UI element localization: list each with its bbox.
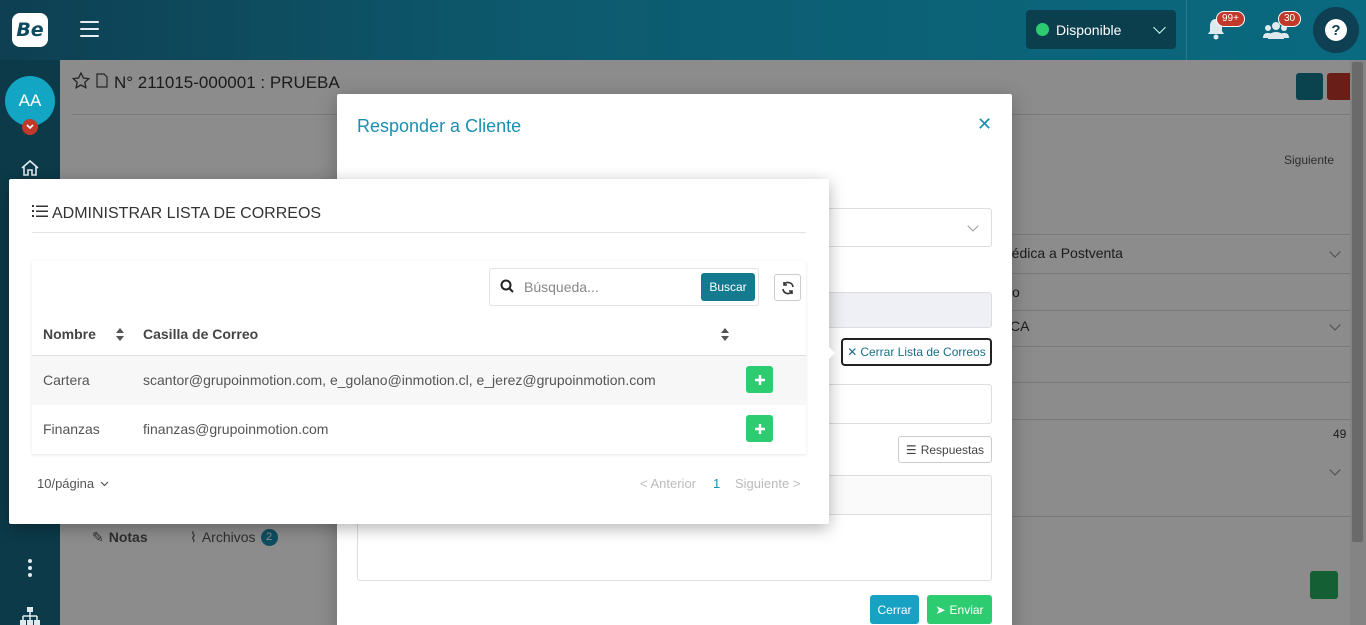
column-header-casilla[interactable]: Casilla de Correo <box>143 326 258 342</box>
logo-container[interactable]: Be <box>0 0 60 60</box>
help-button[interactable]: ? <box>1313 7 1359 53</box>
divider <box>1186 0 1187 60</box>
close-email-list-button[interactable]: ✕ Cerrar Lista de Correos <box>841 338 992 366</box>
row-email: finanzas@grupoinmotion.com <box>143 421 329 437</box>
popover-title-text: ADMINISTRAR LISTA DE CORREOS <box>52 204 322 222</box>
row-name: Finanzas <box>43 421 100 437</box>
send-button[interactable]: ➤ Enviar <box>927 595 992 624</box>
sort-icon[interactable] <box>721 328 729 341</box>
modal-title: Responder a Cliente <box>357 116 522 136</box>
availability-label: Disponible <box>1056 21 1122 38</box>
chevron-down-icon <box>100 481 109 486</box>
list-icon <box>32 204 48 223</box>
sitemap-icon[interactable] <box>20 606 40 625</box>
send-label: Enviar <box>949 602 984 617</box>
app-logo: Be <box>12 13 48 47</box>
table-row: Finanzas finanzas@grupoinmotion.com <box>32 405 806 454</box>
popover-arrow <box>827 345 835 361</box>
close-list-label: Cerrar Lista de Correos <box>860 345 986 359</box>
top-bar: Be Disponible 99+ 30 ? <box>0 0 1366 60</box>
more-vertical-icon[interactable] <box>20 558 40 578</box>
add-button[interactable] <box>746 415 773 442</box>
plus-icon <box>754 374 765 385</box>
refresh-button[interactable] <box>774 274 801 301</box>
page-size-label: 10/página <box>37 476 95 491</box>
row-email: scantor@grupoinmotion.com, e_golano@inmo… <box>143 372 656 388</box>
divider <box>32 232 806 233</box>
pagination-current-page[interactable]: 1 <box>713 476 720 491</box>
responses-button[interactable]: ☰ Respuestas <box>898 436 992 463</box>
refresh-icon <box>781 281 794 294</box>
page-size-select[interactable]: 10/página <box>37 476 109 491</box>
status-dot-icon <box>1036 23 1049 36</box>
message-editor[interactable] <box>357 514 992 581</box>
row-name: Cartera <box>43 372 90 388</box>
notifications-badge: 99+ <box>1216 11 1245 27</box>
avatar-dropdown-icon[interactable] <box>22 119 38 135</box>
hamburger-menu-icon[interactable] <box>80 21 99 37</box>
close-icon[interactable]: ✕ <box>977 114 992 135</box>
email-list-popover: ADMINISTRAR LISTA DE CORREOS Buscar Nomb… <box>9 179 829 524</box>
close-icon: ✕ <box>847 345 858 359</box>
users-badge: 30 <box>1278 11 1302 27</box>
search-input[interactable] <box>524 275 694 299</box>
paper-plane-icon: ➤ <box>935 602 946 617</box>
home-icon[interactable] <box>20 158 40 178</box>
search-icon <box>500 279 514 293</box>
list-icon: ☰ <box>905 442 917 457</box>
column-header-nombre[interactable]: Nombre <box>43 326 96 342</box>
add-button[interactable] <box>746 366 773 393</box>
sort-icon[interactable] <box>116 328 124 341</box>
table-row: Cartera scantor@grupoinmotion.com, e_gol… <box>32 356 806 405</box>
popover-title: ADMINISTRAR LISTA DE CORREOS <box>32 204 321 223</box>
question-icon: ? <box>1325 19 1347 41</box>
search-button[interactable]: Buscar <box>701 273 755 301</box>
plus-icon <box>754 423 765 434</box>
chevron-down-icon <box>1153 21 1166 34</box>
close-button[interactable]: Cerrar <box>870 595 919 624</box>
availability-select[interactable]: Disponible <box>1026 10 1176 49</box>
pagination-next[interactable]: Siguiente > <box>735 476 800 491</box>
responses-label: Respuestas <box>920 442 985 457</box>
pagination-prev[interactable]: < Anterior <box>640 476 696 491</box>
search-box: Buscar <box>489 268 759 306</box>
